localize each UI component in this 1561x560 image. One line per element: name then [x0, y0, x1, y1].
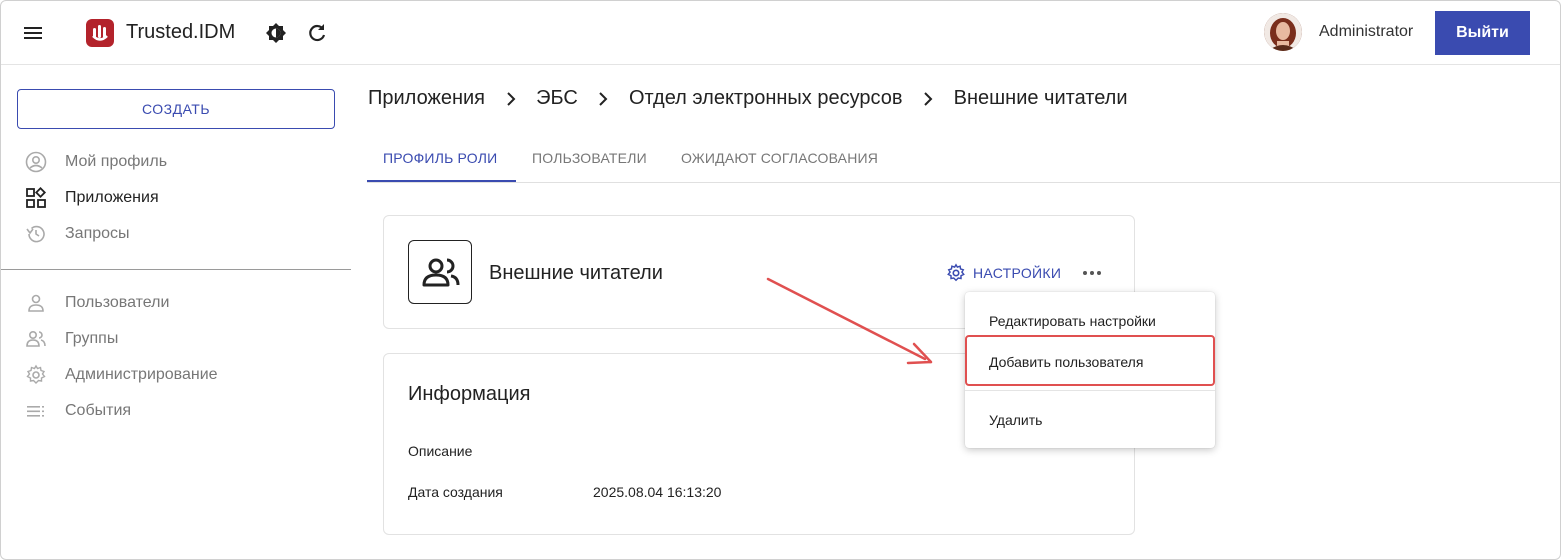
- gear-icon: [946, 263, 966, 283]
- sidebar-item-groups[interactable]: Группы: [1, 321, 351, 357]
- sidebar-item-label: Приложения: [65, 189, 159, 206]
- sidebar-item-users[interactable]: Пользователи: [1, 285, 351, 321]
- list-icon: [25, 400, 47, 422]
- sidebar-item-label: Группы: [65, 330, 119, 347]
- sidebar-item-label: Администрирование: [65, 366, 218, 383]
- breadcrumb-item[interactable]: Приложения: [368, 87, 485, 110]
- settings-label: НАСТРОЙКИ: [973, 265, 1062, 281]
- sidebar: СОЗДАТЬ Мой профиль Приложения Запросы П…: [1, 65, 351, 559]
- refresh-icon[interactable]: [306, 22, 328, 44]
- breadcrumb-item[interactable]: Отдел электронных ресурсов: [629, 87, 903, 110]
- sidebar-item-requests[interactable]: Запросы: [1, 216, 351, 252]
- sidebar-divider: [1, 269, 351, 270]
- actions-menu: Редактировать настройки Добавить пользов…: [965, 292, 1215, 448]
- avatar[interactable]: [1264, 13, 1302, 51]
- menu-item-add-user[interactable]: Добавить пользователя: [965, 342, 1215, 382]
- menu-item-delete[interactable]: Удалить: [965, 400, 1215, 440]
- breadcrumb-current: Внешние читатели: [953, 87, 1128, 110]
- group-icon: [408, 240, 472, 304]
- app-title: Trusted.IDM: [126, 21, 236, 43]
- breadcrumb: Приложения ЭБС Отдел электронных ресурсо…: [368, 87, 1128, 111]
- person-icon: [25, 292, 47, 314]
- account-circle-icon: [25, 151, 47, 173]
- sidebar-item-my-profile[interactable]: Мой профиль: [1, 144, 351, 180]
- description-label: Описание: [408, 443, 473, 459]
- sidebar-item-label: События: [65, 402, 132, 419]
- sidebar-item-applications[interactable]: Приложения: [1, 180, 351, 216]
- sidebar-item-administration[interactable]: Администрирование: [1, 357, 351, 393]
- chevron-right-icon: [593, 89, 613, 109]
- trusted-logo-icon: [86, 19, 114, 47]
- tab-bar: ПРОФИЛЬ РОЛИ ПОЛЬЗОВАТЕЛИ ОЖИДАЮТ СОГЛАС…: [367, 135, 1560, 183]
- more-horizontal-icon[interactable]: [1080, 261, 1104, 285]
- theme-toggle-icon[interactable]: [265, 22, 287, 44]
- chevron-right-icon: [918, 89, 938, 109]
- menu-divider: [965, 390, 1215, 391]
- app-window: Trusted.IDM Administrator Выйти СОЗДАТЬ …: [0, 0, 1561, 560]
- gear-icon: [25, 364, 47, 386]
- logout-button[interactable]: Выйти: [1435, 11, 1530, 55]
- sidebar-item-label: Мой профиль: [65, 153, 168, 170]
- created-date-label: Дата создания: [408, 484, 503, 500]
- breadcrumb-item[interactable]: ЭБС: [536, 87, 578, 110]
- chevron-right-icon: [501, 89, 521, 109]
- top-bar: Trusted.IDM Administrator Выйти: [1, 1, 1560, 65]
- tab-role-profile[interactable]: ПРОФИЛЬ РОЛИ: [367, 135, 516, 182]
- created-date-value: 2025.08.04 16:13:20: [593, 484, 722, 500]
- apps-icon: [25, 186, 47, 209]
- menu-item-edit-settings[interactable]: Редактировать настройки: [965, 301, 1215, 341]
- sidebar-item-label: Запросы: [65, 225, 130, 242]
- create-button[interactable]: СОЗДАТЬ: [17, 89, 335, 129]
- history-icon: [25, 223, 47, 245]
- info-title: Информация: [408, 383, 531, 405]
- tab-users[interactable]: ПОЛЬЗОВАТЕЛИ: [516, 135, 665, 182]
- hamburger-menu-icon[interactable]: [21, 21, 45, 45]
- user-name: Administrator: [1319, 23, 1414, 40]
- role-name: Внешние читатели: [489, 262, 663, 284]
- tab-pending-approval[interactable]: ОЖИДАЮТ СОГЛАСОВАНИЯ: [665, 135, 905, 182]
- group-icon: [25, 328, 47, 350]
- sidebar-item-label: Пользователи: [65, 294, 170, 311]
- sidebar-item-events[interactable]: События: [1, 393, 351, 429]
